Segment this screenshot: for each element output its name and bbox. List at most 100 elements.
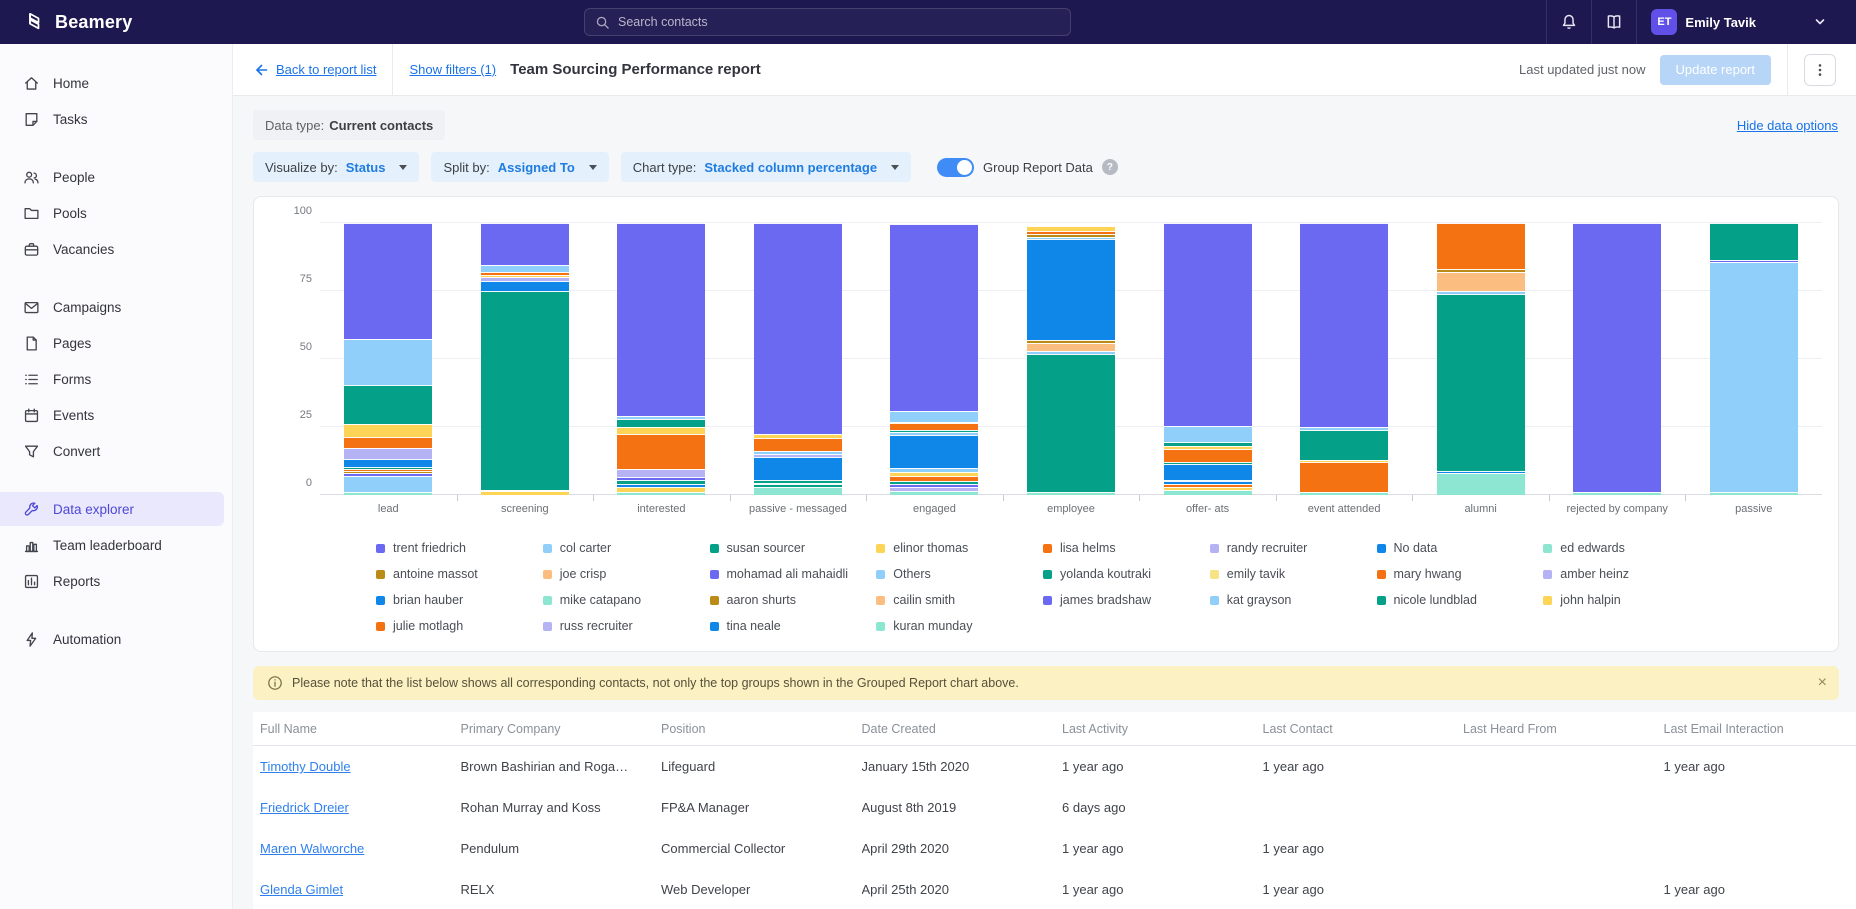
- pages-icon: [23, 335, 40, 352]
- contact-name-link[interactable]: Glenda Gimlet: [260, 882, 343, 897]
- sidebar-item-forms[interactable]: Forms: [0, 362, 224, 396]
- table-row: Maren WalworchePendulumCommercial Collec…: [253, 828, 1856, 869]
- bar-segment-yellow[interactable]: [344, 424, 432, 437]
- bar-segment-indigo[interactable]: [344, 223, 432, 339]
- contact-name-link[interactable]: Friedrick Dreier: [260, 800, 349, 815]
- bar-segment-indigo[interactable]: [1164, 223, 1252, 426]
- bar-segment-sky[interactable]: [481, 265, 569, 272]
- sidebar-item-team-leaderboard[interactable]: Team leaderboard: [0, 528, 224, 562]
- bar-segment-teal[interactable]: [344, 385, 432, 424]
- bar-segment-orange[interactable]: [1437, 223, 1525, 269]
- column-header-full-name: Full Name: [260, 722, 461, 736]
- brand[interactable]: Beamery: [0, 11, 260, 33]
- sidebar-item-home[interactable]: Home: [0, 66, 224, 100]
- legend-item-col-carter: col carter: [543, 541, 700, 555]
- sidebar-item-pools[interactable]: Pools: [0, 196, 224, 230]
- bar-segment-mint[interactable]: [1300, 492, 1388, 495]
- sidebar-item-label: Convert: [53, 444, 100, 459]
- bar-segment-orange[interactable]: [1300, 462, 1388, 492]
- bar-segment-orange[interactable]: [754, 438, 842, 451]
- banner-close-icon[interactable]: ×: [1818, 675, 1827, 691]
- bar-segment-orange[interactable]: [890, 423, 978, 430]
- bar-segment-mint[interactable]: [344, 492, 432, 495]
- knowledge-base-button[interactable]: [1592, 0, 1636, 44]
- bar-segment-indigo[interactable]: [617, 223, 705, 416]
- search-bar[interactable]: [584, 8, 1071, 36]
- bar-segment-blue[interactable]: [890, 435, 978, 468]
- bar-segment-blue[interactable]: [754, 457, 842, 480]
- sidebar-item-tasks[interactable]: Tasks: [0, 102, 224, 136]
- legend-swatch: [543, 544, 552, 553]
- bar-segment-orange[interactable]: [344, 437, 432, 448]
- bar-segment-sky[interactable]: [1710, 262, 1798, 492]
- sidebar-item-convert[interactable]: Convert: [0, 434, 224, 468]
- bar-segment-teal[interactable]: [1027, 354, 1115, 492]
- contact-name-link[interactable]: Maren Walworche: [260, 841, 364, 856]
- bar-segment-teal[interactable]: [1300, 430, 1388, 460]
- sidebar-item-data-explorer[interactable]: Data explorer: [0, 492, 224, 526]
- bar-segment-yellow[interactable]: [617, 427, 705, 434]
- bar-segment-orange[interactable]: [617, 434, 705, 469]
- sidebar-item-people[interactable]: People: [0, 160, 224, 194]
- show-filters-link[interactable]: Show filters (1): [409, 62, 496, 77]
- sidebar-item-pages[interactable]: Pages: [0, 326, 224, 360]
- bar-segment-teal[interactable]: [1437, 294, 1525, 471]
- bar-segment-lavender[interactable]: [617, 469, 705, 477]
- bar-segment-blue[interactable]: [481, 281, 569, 291]
- bar-segment-teal[interactable]: [481, 291, 569, 490]
- sidebar-item-automation[interactable]: Automation: [0, 622, 224, 656]
- sidebar-item-events[interactable]: Events: [0, 398, 224, 432]
- bar-segment-sky[interactable]: [1164, 426, 1252, 442]
- split-by-dropdown[interactable]: Split by: Assigned To: [431, 152, 608, 182]
- table-cell: 1 year ago: [1664, 759, 1856, 774]
- bar-segment-mint[interactable]: [1573, 492, 1661, 495]
- bar-segment-peach[interactable]: [1437, 272, 1525, 291]
- bar-segment-sky[interactable]: [344, 339, 432, 385]
- bar-segment-mint[interactable]: [890, 491, 978, 495]
- bar-segment-blue[interactable]: [344, 459, 432, 467]
- bar-segment-mint[interactable]: [1710, 492, 1798, 495]
- bar-segment-teal[interactable]: [617, 419, 705, 427]
- bar-segment-indigo[interactable]: [890, 224, 978, 411]
- notifications-button[interactable]: [1547, 0, 1591, 44]
- bar-segment-sky[interactable]: [890, 411, 978, 422]
- help-icon[interactable]: ?: [1102, 159, 1118, 175]
- bar-segment-indigo[interactable]: [1573, 223, 1661, 492]
- stacked-bar: [1437, 223, 1525, 495]
- bar-segment-indigo[interactable]: [754, 223, 842, 434]
- update-report-button[interactable]: Update report: [1660, 55, 1772, 85]
- back-to-report-list-link[interactable]: Back to report list: [253, 62, 376, 78]
- bar-segment-blue[interactable]: [1027, 239, 1115, 340]
- bar-segment-lavender[interactable]: [344, 448, 432, 459]
- toggle-knob: [957, 160, 972, 175]
- search-input[interactable]: [618, 15, 1060, 29]
- bar-segment-teal[interactable]: [1710, 223, 1798, 260]
- hide-data-options-link[interactable]: Hide data options: [1737, 118, 1838, 133]
- user-avatar[interactable]: ET: [1651, 9, 1677, 35]
- pools-icon: [23, 205, 40, 222]
- bar-segment-orange[interactable]: [1164, 449, 1252, 462]
- user-menu-button[interactable]: [1812, 14, 1828, 30]
- bar-segment-peach[interactable]: [1027, 343, 1115, 351]
- group-report-data-toggle[interactable]: [937, 158, 974, 177]
- contact-name-link[interactable]: Timothy Double: [260, 759, 351, 774]
- bar-segment-mint[interactable]: [754, 487, 842, 495]
- chart-type-dropdown[interactable]: Chart type: Stacked column percentage: [621, 152, 911, 182]
- bar-segment-indigo[interactable]: [481, 223, 569, 265]
- legend-item-john-halpin: john halpin: [1543, 593, 1700, 607]
- bar-segment-mint[interactable]: [1437, 473, 1525, 495]
- sidebar-item-reports[interactable]: Reports: [0, 564, 224, 598]
- sidebar-item-vacancies[interactable]: Vacancies: [0, 232, 224, 266]
- sidebar-item-campaigns[interactable]: Campaigns: [0, 290, 224, 324]
- bar-segment-yellow[interactable]: [481, 491, 569, 495]
- bar-segment-mint[interactable]: [1027, 492, 1115, 495]
- bar-segment-blue[interactable]: [1164, 464, 1252, 480]
- visualize-by-dropdown[interactable]: Visualize by: Status: [253, 152, 419, 182]
- bar-segment-indigo[interactable]: [1300, 223, 1388, 427]
- bar-segment-sky[interactable]: [344, 476, 432, 492]
- chevron-down-icon: [1812, 14, 1828, 30]
- bar-segment-mint[interactable]: [617, 492, 705, 495]
- more-options-button[interactable]: [1804, 54, 1836, 86]
- bar-segment-mint[interactable]: [1164, 490, 1252, 495]
- legend-item-nicole-lundblad: nicole lundblad: [1377, 593, 1534, 607]
